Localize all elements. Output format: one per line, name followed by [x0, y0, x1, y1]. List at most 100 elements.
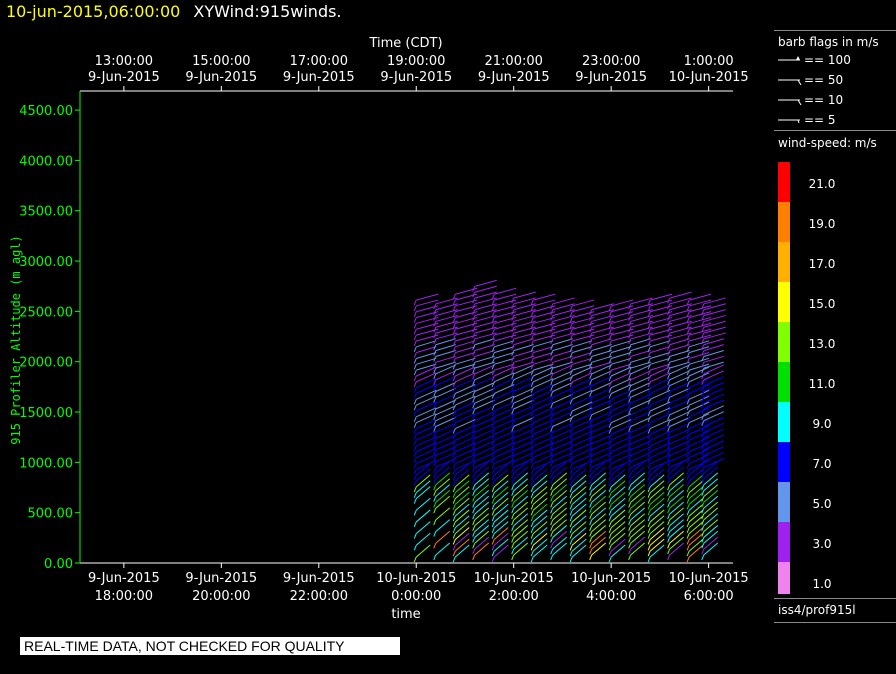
- x-tick-label-date: 10-Jun-2015: [571, 571, 651, 586]
- wind-barb-flag: [433, 502, 437, 508]
- wind-barb: [435, 355, 456, 363]
- wind-barb-flag: [452, 533, 456, 539]
- wind-barb-flag: [550, 537, 554, 543]
- wind-barb-flag: [589, 531, 593, 537]
- wind-barb-flag: [433, 414, 437, 421]
- wind-barb: [513, 495, 529, 509]
- wind-barb-flag: [628, 379, 632, 385]
- wind-barb-flag: [686, 527, 690, 533]
- wind-barb-flag: [608, 428, 612, 434]
- wind-barb-flag: [511, 426, 515, 432]
- wind-barb-flag: [628, 484, 632, 491]
- wind-barb: [513, 361, 534, 369]
- wind-barb-flag: [491, 545, 495, 551]
- wind-barb-flag: [569, 451, 573, 458]
- wind-barb: [688, 532, 704, 546]
- wind-barb-flag: [472, 502, 476, 508]
- wind-barb-flag: [686, 457, 690, 463]
- wind-barb: [630, 484, 645, 497]
- wind-barb-flag: [628, 508, 632, 514]
- wind-barb: [649, 521, 665, 534]
- wind-barb-flag: [433, 391, 437, 397]
- wind-barb-flag: [433, 554, 437, 561]
- wind-barb-flag: [433, 402, 437, 409]
- wind-barb: [493, 509, 509, 523]
- top-tick-label-time: 13:00:00: [95, 54, 153, 69]
- wind-barb: [552, 519, 568, 532]
- wind-barb-flag: [472, 513, 476, 520]
- wind-barb: [454, 509, 470, 523]
- wind-barb-flag: [452, 504, 456, 510]
- wind-barb: [532, 468, 548, 482]
- wind-barb-flag: [647, 404, 651, 411]
- wind-barb-flag: [647, 457, 651, 463]
- y-tick-label: 1000.00: [19, 456, 73, 471]
- wind-barb: [571, 527, 587, 540]
- wind-barb: [630, 507, 645, 521]
- wind-barb: [669, 490, 684, 503]
- wind-barb-flag: [647, 469, 651, 475]
- wind-barb-flag: [472, 449, 476, 456]
- wind-barb: [571, 492, 587, 505]
- wind-barb-flag: [608, 445, 612, 452]
- wind-barb: [610, 468, 626, 482]
- wind-barb-flag: [608, 451, 612, 458]
- wind-barb: [552, 530, 568, 544]
- wind-barb-flag: [413, 492, 417, 498]
- wind-barb: [650, 357, 671, 365]
- wind-barb: [552, 495, 568, 509]
- wind-barb-flag: [491, 364, 495, 370]
- wind-barb-flag: [433, 373, 437, 380]
- wind-barb-flag: [452, 375, 456, 382]
- wind-barb: [630, 478, 645, 492]
- wind-barb: [454, 486, 470, 499]
- wind-barb: [669, 355, 690, 363]
- wind-barb-flag: [491, 404, 495, 411]
- wind-barb: [611, 363, 632, 371]
- wind-barb-flag: [511, 443, 515, 450]
- wind-barb: [533, 293, 556, 301]
- wind-barb-flag: [550, 455, 554, 461]
- wind-barb-flag: [511, 455, 515, 461]
- wind-barb-flag: [452, 469, 456, 475]
- speed-color-swatch: [778, 282, 790, 322]
- wind-barb-flag: [647, 364, 651, 370]
- wind-barb-flag: [647, 475, 651, 481]
- wind-barb-flag: [511, 478, 515, 485]
- wind-barb-flag: [452, 527, 456, 533]
- wind-barb-flag: [686, 469, 690, 475]
- wind-barb-flag: [491, 527, 495, 533]
- wind-barb-flag: [433, 408, 437, 415]
- wind-barb: [455, 357, 476, 365]
- barb-legend-barb: [797, 99, 802, 106]
- wind-barb-flag: [472, 397, 476, 403]
- wind-barb: [513, 530, 529, 544]
- wind-barb: [435, 542, 451, 556]
- wind-barb: [474, 519, 490, 532]
- wind-barb: [493, 492, 509, 505]
- wind-barb-flag: [511, 467, 515, 473]
- wind-barb-flag: [472, 467, 476, 473]
- wind-barb: [415, 544, 431, 558]
- wind-barb-flag: [667, 426, 671, 432]
- wind-barb-flag: [491, 375, 495, 382]
- wind-barb-flag: [550, 379, 554, 385]
- wind-barb: [630, 490, 645, 503]
- speed-label: 5.0: [812, 497, 831, 511]
- wind-barb-flag: [530, 515, 534, 522]
- wind-barb: [688, 486, 704, 499]
- wind-barb-flag: [569, 375, 573, 382]
- wind-barb-flag: [413, 387, 417, 393]
- wind-barb: [630, 338, 651, 346]
- data-source-label: iss4/prof915l: [778, 603, 856, 617]
- wind-barb: [532, 492, 548, 505]
- wind-barb: [532, 462, 548, 476]
- speed-color-swatch: [778, 482, 790, 522]
- wind-barb-flag: [491, 486, 495, 493]
- wind-barb-flag: [569, 521, 573, 528]
- wind-barb: [513, 490, 529, 503]
- wind-barb-flag: [667, 502, 671, 508]
- wind-barb-flag: [647, 440, 651, 446]
- wind-barb-flag: [550, 554, 554, 561]
- wind-barb: [688, 480, 704, 494]
